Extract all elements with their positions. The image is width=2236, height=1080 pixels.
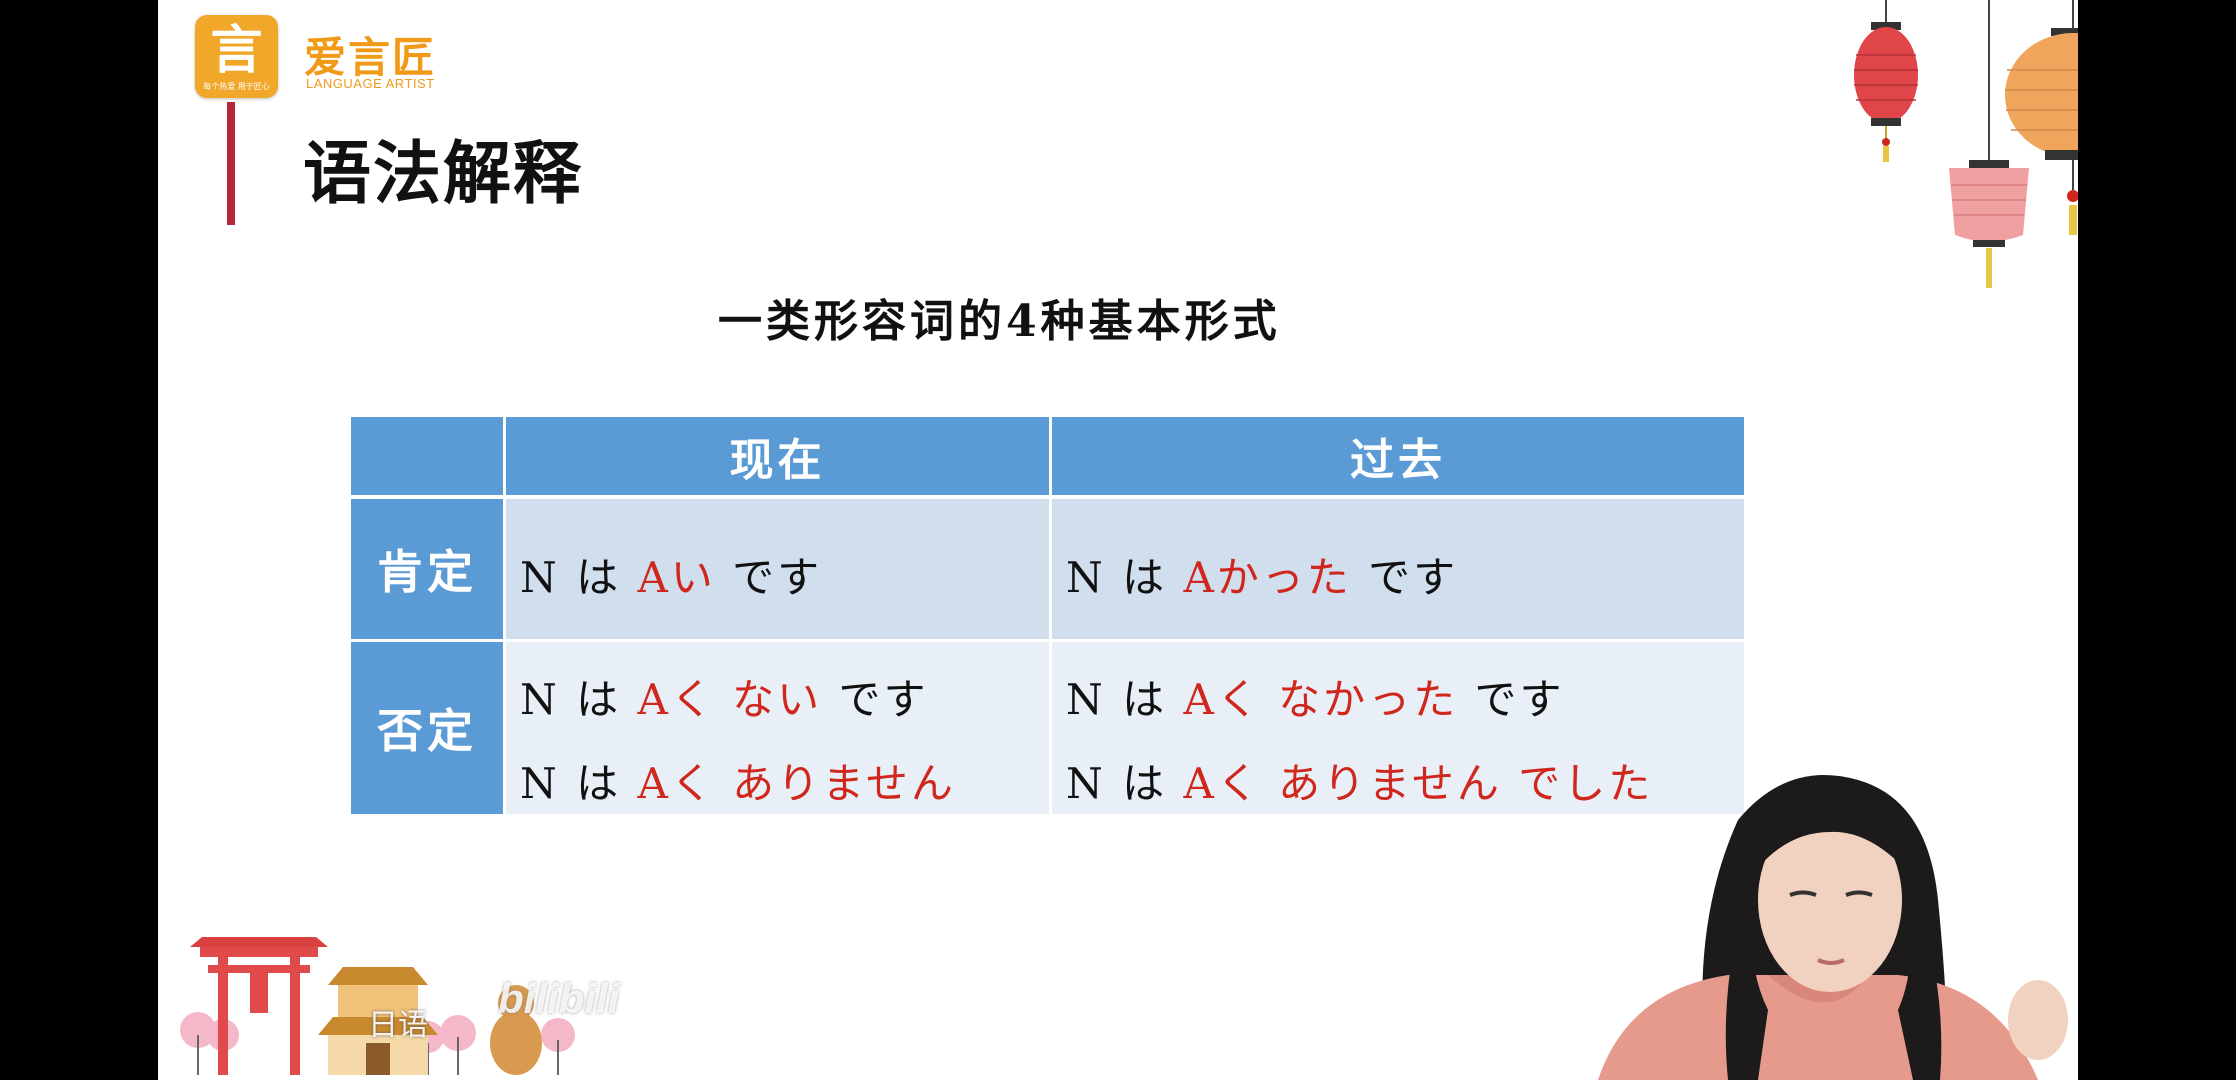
pattern-suffix: です (822, 675, 929, 724)
grammar-pattern: N は Aい です (520, 544, 822, 605)
table-cell: N は Aかった です (1052, 499, 1744, 639)
table-corner (351, 417, 503, 495)
section-title: 语法解释 (303, 135, 584, 214)
brand-name-en: LANGUAGE ARTIST (306, 76, 435, 91)
pattern-suffix: です (1458, 675, 1565, 724)
lantern-icon (1854, 0, 2078, 288)
pattern-suffix: です (1351, 553, 1459, 602)
pattern-emphasis: Aい (637, 553, 716, 602)
col-header-present: 现在 (506, 417, 1049, 495)
bilibili-logo: bilibili (498, 975, 620, 1022)
brand-slogan: 每个热爱 用于匠心 (203, 82, 270, 91)
pattern-prefix: N は (520, 675, 638, 724)
table-cell: N は Aく ない です N は Aく ありません (506, 642, 1049, 814)
grammar-pattern: N は Aく ありません (520, 750, 956, 811)
pattern-emphasis: Aく なかった (1183, 675, 1459, 724)
pattern-prefix: N は (520, 759, 638, 808)
slide-headline: 一类形容词的4种基本形式 (718, 296, 1281, 347)
grammar-pattern: N は Aく ない です (520, 666, 929, 727)
presenter-video (1598, 775, 2068, 1080)
pattern-emphasis: Aく ありません (637, 759, 956, 808)
pattern-prefix: N は (1066, 675, 1184, 724)
watermark-channel: 日语 (368, 1008, 428, 1043)
pattern-prefix: N は (520, 553, 638, 602)
grammar-pattern: N は Aく ありません でした (1066, 750, 1653, 811)
pattern-emphasis: Aかった (1183, 553, 1352, 602)
brand-logo-glyph: 言 (210, 21, 263, 81)
grammar-pattern: N は Aく なかった です (1066, 666, 1565, 727)
row-header-affirmative: 肯定 (351, 499, 503, 639)
pattern-prefix: N は (1066, 553, 1184, 602)
pattern-prefix: N は (1066, 759, 1184, 808)
grammar-pattern: N は Aかった です (1066, 544, 1458, 605)
row-header-negative: 否定 (351, 642, 503, 814)
pattern-emphasis: Aく ない (637, 675, 823, 724)
slide: 言 每个热爱 用于匠心 爱言匠 LANGUAGE ARTIST 语法解释 一类形… (158, 0, 2078, 1080)
brand-logo: 言 每个热爱 用于匠心 (195, 15, 278, 98)
col-header-past: 过去 (1052, 417, 1744, 495)
title-accent-bar (227, 102, 235, 225)
table-cell: N は Aい です (506, 499, 1049, 639)
pattern-suffix: です (715, 553, 823, 602)
